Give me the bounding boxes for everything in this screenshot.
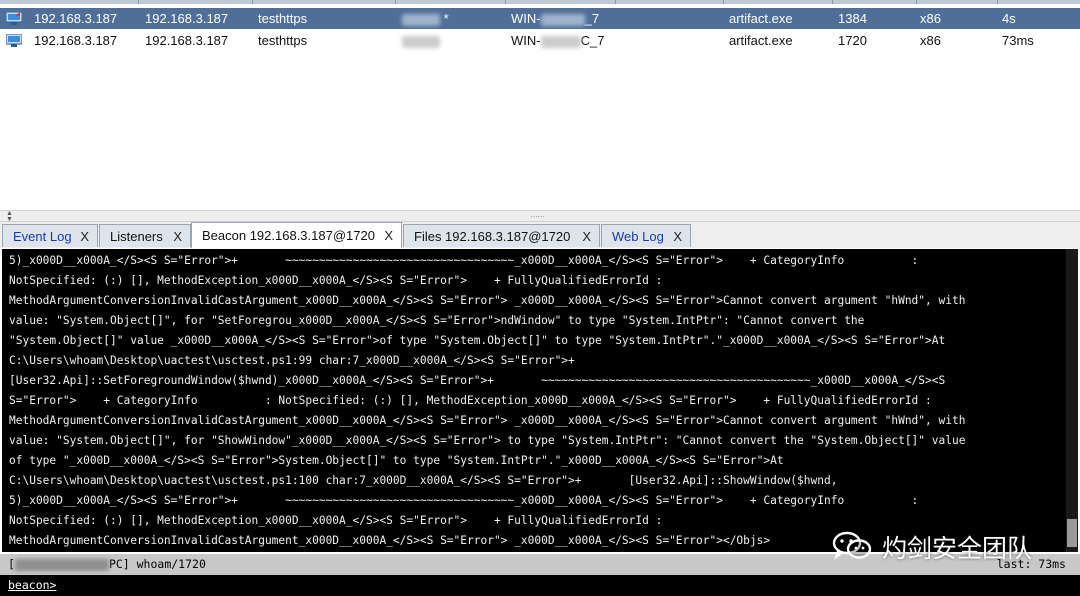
user-cell: [402, 30, 440, 51]
column-divider[interactable]: [916, 0, 917, 4]
redacted-region: [402, 35, 440, 48]
console-line: MethodArgumentConversionInvalidCastArgum…: [9, 414, 966, 427]
redacted-region: [540, 35, 581, 48]
last-seen: 73ms: [1002, 33, 1034, 48]
computer-icon: [6, 34, 22, 47]
column-divider[interactable]: [615, 0, 616, 4]
console-line: S="Error"> + CategoryInfo : NotSpecified…: [9, 394, 932, 407]
redacted-region: [14, 558, 109, 571]
tab-close-icon[interactable]: X: [173, 225, 182, 248]
console-line: value: "System.Object[]", for "ShowWindo…: [9, 434, 966, 447]
console-line: NotSpecified: (:) [], MethodException_x0…: [9, 514, 663, 527]
session-row[interactable]: 192.168.3.187 192.168.3.187 testhttps * …: [0, 8, 1080, 29]
external-ip: 192.168.3.187: [34, 11, 118, 26]
tab-label: Files 192.168.3.187@1720: [414, 229, 571, 244]
pid: 1720: [838, 33, 867, 48]
column-divider[interactable]: [832, 0, 833, 4]
listener-name: testhttps: [258, 33, 308, 48]
scrollbar-thumb[interactable]: [1067, 519, 1077, 547]
command-input[interactable]: [64, 578, 1054, 593]
console-scrollbar[interactable]: [1066, 249, 1078, 552]
tab-close-icon[interactable]: X: [582, 225, 591, 248]
process-name: artifact.exe: [729, 11, 793, 26]
tab-beacon[interactable]: Beacon 192.168.3.187@1720 X: [191, 222, 402, 248]
tab-label: Listeners: [110, 229, 163, 244]
redacted-region: [540, 13, 585, 26]
console-line: of type "_x000D__x000A_</S><S S="Error">…: [9, 454, 784, 467]
tab-label: Beacon 192.168.3.187@1720: [202, 228, 375, 243]
column-divider[interactable]: [252, 0, 253, 4]
table-header[interactable]: [0, 0, 1080, 4]
tab-listeners[interactable]: Listeners X: [99, 224, 191, 247]
status-left: [ PC] whoam/1720: [8, 554, 206, 575]
last-seen: 4s: [1002, 11, 1016, 26]
internal-ip: 192.168.3.187: [145, 11, 229, 26]
listener-name: testhttps: [258, 11, 308, 26]
status-left-suffix: PC] whoam/1720: [108, 557, 206, 571]
command-bar: beacon>: [0, 575, 1080, 596]
user-suffix: *: [440, 11, 449, 26]
watermark-text: 灼剑安全团队: [882, 535, 1033, 563]
redacted-region: [402, 13, 440, 26]
pane-splitter[interactable]: ▲ ▼ ⋯⋯: [0, 210, 1080, 223]
tab-files[interactable]: Files 192.168.3.187@1720 X: [403, 224, 600, 247]
beacon-prompt: beacon>: [8, 578, 57, 592]
chat-bubbles-icon: [832, 531, 872, 560]
column-divider[interactable]: [505, 0, 506, 4]
console-line: C:\Users\whoam\Desktop\uactest\usctest.p…: [9, 474, 838, 487]
tab-event-log[interactable]: Event Log X: [2, 224, 98, 247]
arch: x86: [920, 11, 941, 26]
computer-suffix: C_7: [580, 33, 605, 48]
computer-prefix: WIN-: [511, 11, 541, 26]
console-line: 5)_x000D__x000A_</S><S S="Error">+ ~~~~~…: [9, 254, 919, 267]
tab-label: Web Log: [612, 229, 664, 244]
console-line: MethodArgumentConversionInvalidCastArgum…: [9, 534, 771, 547]
status-left-prefix: [: [8, 557, 15, 571]
console-line: C:\Users\whoam\Desktop\uactest\usctest.p…: [9, 354, 575, 367]
computer-suffix: _7: [584, 11, 600, 26]
tab-close-icon[interactable]: X: [384, 223, 393, 249]
console-line: 5)_x000D__x000A_</S><S S="Error">+ ~~~~~…: [9, 494, 919, 507]
column-divider[interactable]: [395, 0, 396, 4]
internal-ip: 192.168.3.187: [145, 33, 229, 48]
computer-cell: WIN- C_7: [511, 30, 604, 51]
console-line: NotSpecified: (:) [], MethodException_x0…: [9, 274, 663, 287]
external-ip: 192.168.3.187: [34, 33, 118, 48]
console-line: "System.Object[]" value _x000D__x000A_</…: [9, 334, 946, 347]
tab-close-icon[interactable]: X: [673, 225, 682, 248]
column-divider[interactable]: [138, 0, 139, 4]
computer-cell: WIN- _7: [511, 8, 599, 29]
session-row[interactable]: 192.168.3.187 192.168.3.187 testhttps WI…: [0, 30, 1080, 51]
computer-icon: [6, 12, 22, 25]
tab-bar: Event Log X Listeners X Beacon 192.168.3…: [0, 222, 1080, 248]
process-name: artifact.exe: [729, 33, 793, 48]
tab-label: Event Log: [13, 229, 72, 244]
column-divider[interactable]: [997, 0, 998, 4]
splitter-grip-icon[interactable]: ⋯⋯: [530, 212, 545, 221]
arch: x86: [920, 33, 941, 48]
pid: 1384: [838, 11, 867, 26]
tab-web-log[interactable]: Web Log X: [601, 224, 691, 247]
tab-close-icon[interactable]: X: [80, 225, 89, 248]
console-line: MethodArgumentConversionInvalidCastArgum…: [9, 294, 966, 307]
console-line: value: "System.Object[]", for "SetForegr…: [9, 314, 865, 327]
sessions-table: 192.168.3.187 192.168.3.187 testhttps * …: [0, 0, 1080, 210]
column-divider[interactable]: [723, 0, 724, 4]
console-output: 5)_x000D__x000A_</S><S S="Error">+ ~~~~~…: [2, 249, 1078, 552]
console-line: [User32.Api]::SetForegroundWindow($hwnd)…: [9, 374, 946, 387]
user-cell: *: [402, 8, 449, 29]
computer-prefix: WIN-: [511, 33, 541, 48]
